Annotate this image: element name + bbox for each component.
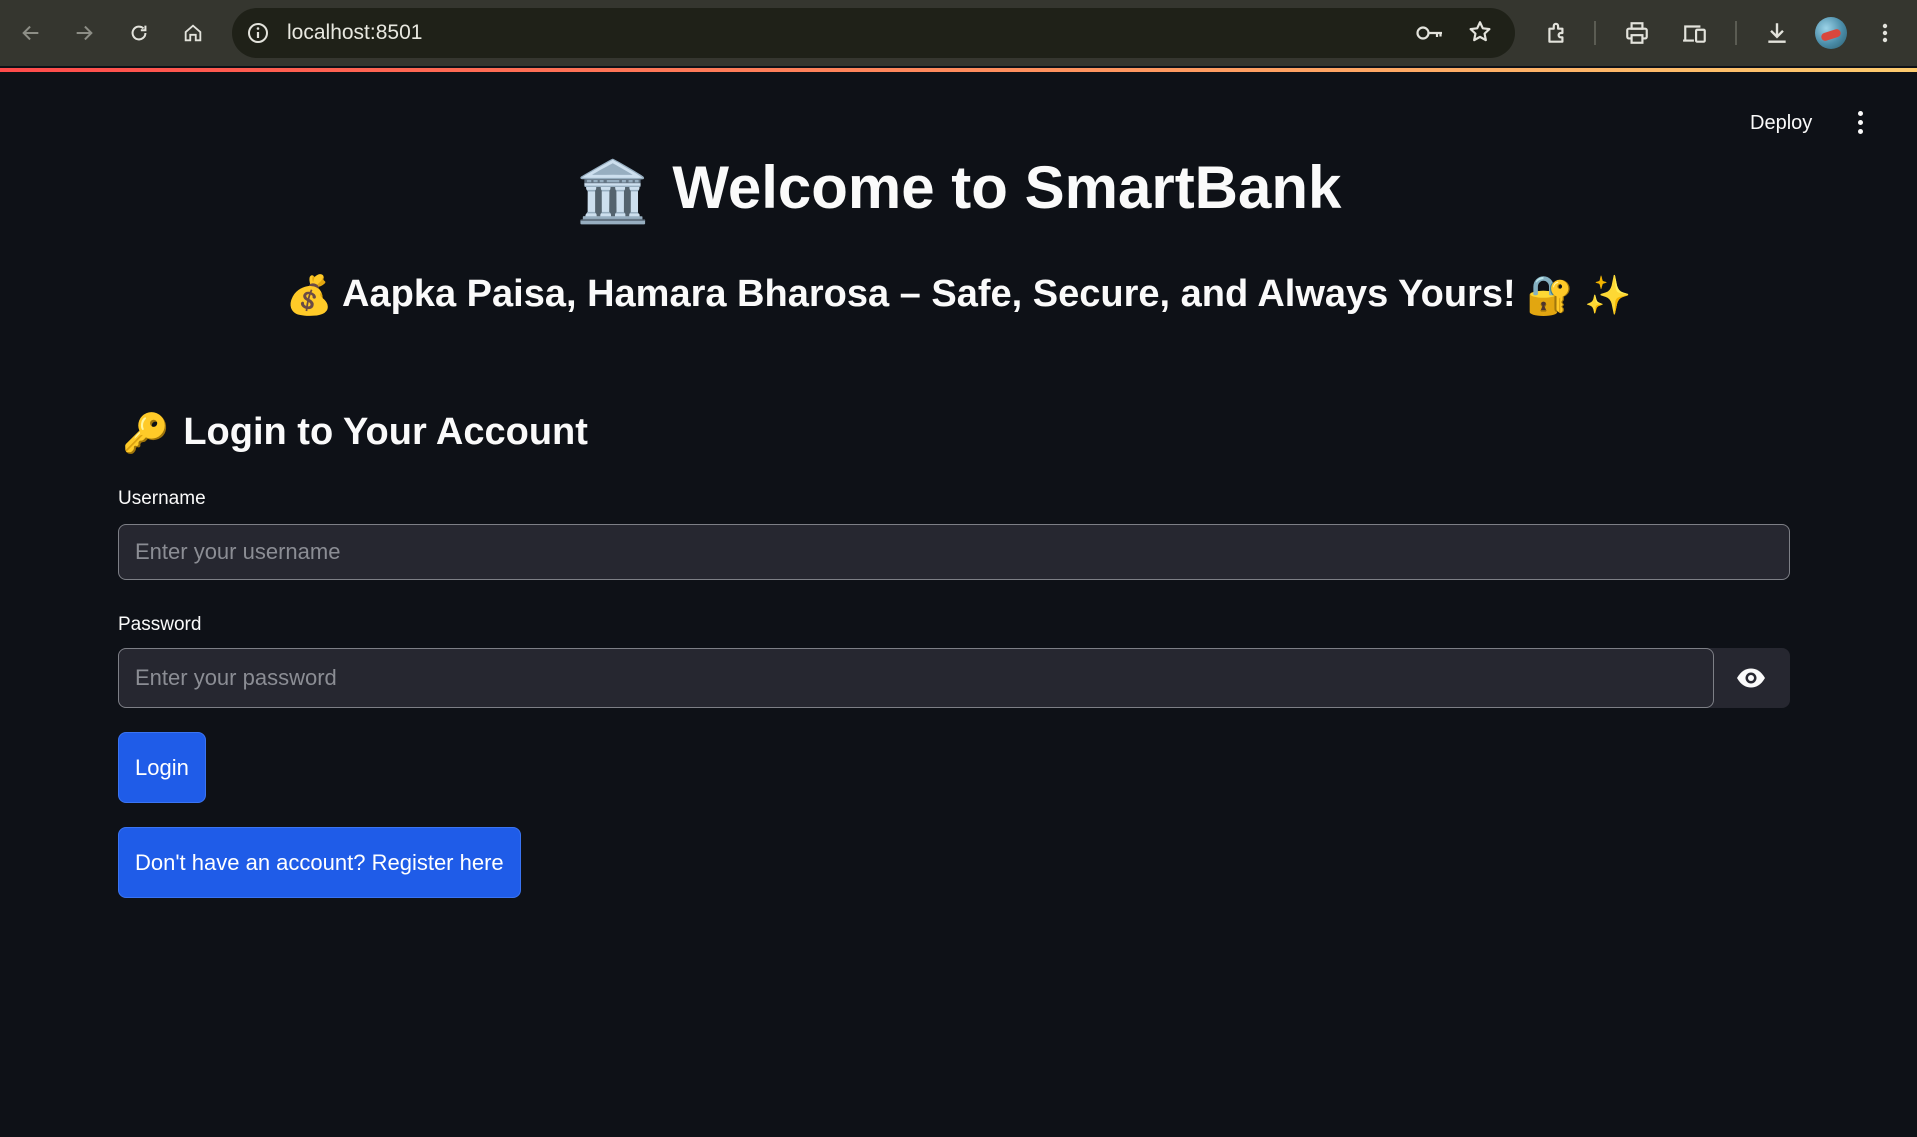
address-bar[interactable]: localhost:8501 [232, 8, 1515, 58]
login-section-title: 🔑 Login to Your Account [122, 404, 588, 462]
app-menu-icon[interactable] [1848, 107, 1872, 137]
app-decoration-bar [0, 68, 1917, 72]
page-title: 🏛️ Welcome to SmartBank [0, 148, 1917, 232]
password-key-icon[interactable] [1415, 20, 1445, 46]
username-field[interactable] [118, 524, 1790, 580]
username-label: Username [118, 488, 206, 509]
password-input[interactable] [119, 649, 1713, 707]
forward-icon[interactable] [65, 14, 103, 52]
username-input[interactable] [119, 525, 1789, 579]
lock-sparkles-icon: 🔐 ✨ [1526, 274, 1632, 317]
deploy-button[interactable]: Deploy [1740, 105, 1822, 141]
print-icon[interactable] [1618, 14, 1656, 52]
url-text[interactable]: localhost:8501 [287, 8, 422, 58]
back-icon[interactable] [12, 14, 50, 52]
login-section-title-text: Login to Your Account [183, 411, 588, 453]
bookmark-star-icon[interactable] [1467, 19, 1493, 45]
reload-icon[interactable] [120, 14, 158, 52]
toolbar-divider [1735, 21, 1737, 45]
register-button[interactable]: Don't have an account? Register here [118, 827, 521, 898]
profile-avatar[interactable] [1815, 17, 1847, 49]
toolbar-divider [1594, 21, 1596, 45]
money-bag-icon: 💰 [285, 274, 333, 317]
tagline-text: Aapka Paisa, Hamara Bharosa – Safe, Secu… [342, 273, 1516, 315]
browser-toolbar: localhost:8501 [0, 0, 1917, 66]
extensions-icon[interactable] [1538, 14, 1576, 52]
tagline: 💰 Aapka Paisa, Hamara Bharosa – Safe, Se… [0, 266, 1917, 324]
login-button[interactable]: Login [118, 732, 206, 803]
device-toggle-icon[interactable] [1676, 14, 1714, 52]
browser-menu-icon[interactable] [1866, 14, 1904, 52]
password-input-box[interactable] [118, 648, 1714, 708]
show-password-eye-icon[interactable] [1712, 648, 1790, 708]
download-icon[interactable] [1758, 14, 1796, 52]
key-icon: 🔑 [122, 412, 170, 455]
page-title-text: Welcome to SmartBank [672, 154, 1342, 221]
site-info-icon[interactable] [246, 21, 270, 45]
home-icon[interactable] [174, 14, 212, 52]
bank-icon: 🏛️ [575, 158, 651, 226]
password-label: Password [118, 614, 202, 635]
